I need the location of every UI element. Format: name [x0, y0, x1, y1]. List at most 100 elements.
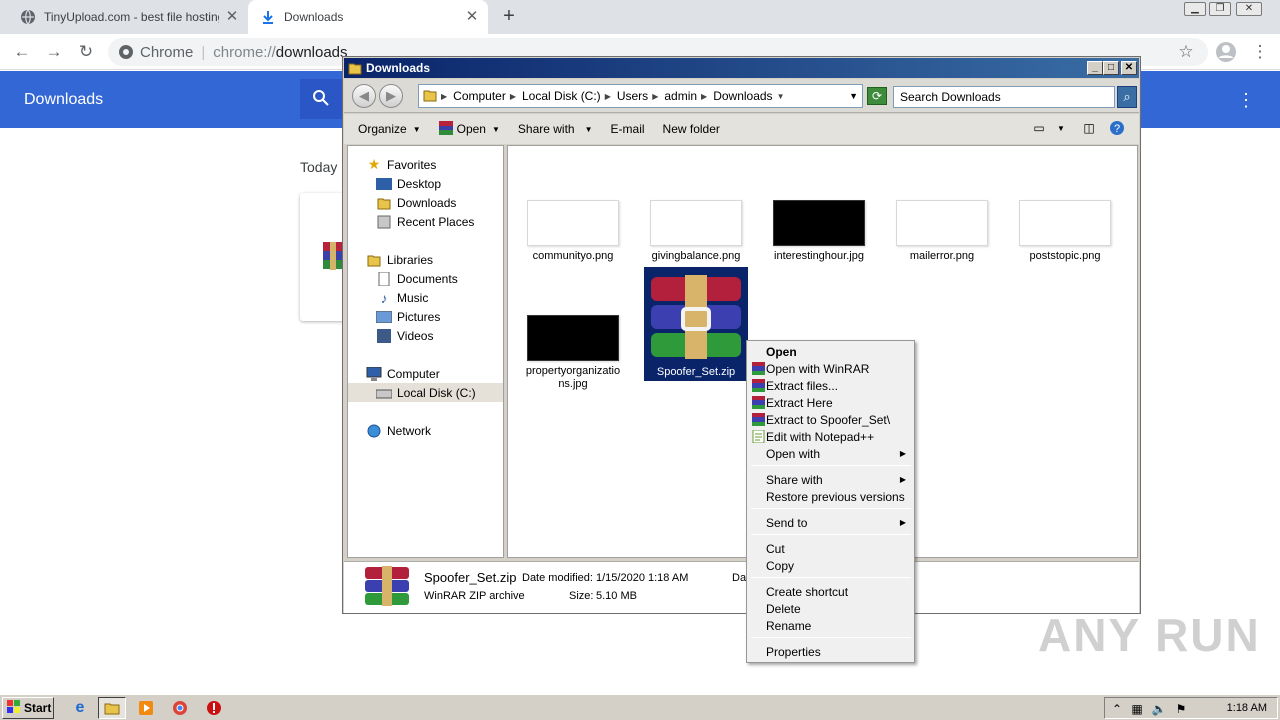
tray-expand-icon[interactable]: ⌃	[1109, 701, 1125, 717]
open-button[interactable]: Open ▼	[438, 120, 500, 138]
profile-avatar-icon[interactable]	[1214, 40, 1238, 64]
organize-button[interactable]: Organize ▼	[358, 122, 421, 136]
chrome-taskbar-icon[interactable]	[166, 697, 194, 719]
menu-open-with[interactable]: Open with ▶	[749, 445, 912, 462]
nav-pictures[interactable]: Pictures	[376, 307, 440, 326]
tab-tinyupload[interactable]: TinyUpload.com - best file hosting so ✕	[8, 0, 248, 34]
close-window-button[interactable]: ✕	[1236, 2, 1262, 16]
search-input[interactable]: Search Downloads	[893, 86, 1115, 108]
ie-icon[interactable]: e	[66, 697, 94, 719]
forward-button[interactable]: →	[42, 40, 66, 64]
nav-label: Recent Places	[397, 214, 475, 229]
nav-recent-places[interactable]: Recent Places	[376, 212, 474, 231]
menu-open[interactable]: Open	[749, 343, 912, 360]
file-item[interactable]: givingbalance.png	[644, 200, 748, 263]
tab-downloads[interactable]: Downloads ✕	[248, 0, 488, 34]
breadcrumb-arrow[interactable]: ▶	[701, 92, 707, 101]
menu-create-shortcut[interactable]: Create shortcut	[749, 583, 912, 600]
breadcrumb-arrow[interactable]: ▶	[652, 92, 658, 101]
menu-edit-notepad[interactable]: Edit with Notepad++	[749, 428, 912, 445]
notepad-plus-plus-icon	[752, 429, 766, 444]
menu-copy[interactable]: Copy	[749, 557, 912, 574]
file-item-selected[interactable]: Spoofer_Set.zip	[644, 267, 748, 381]
menu-restore-previous-versions[interactable]: Restore previous versions	[749, 488, 912, 505]
menu-delete[interactable]: Delete	[749, 600, 912, 617]
nav-local-disk[interactable]: Local Disk (C:)	[348, 383, 503, 402]
close-window-button[interactable]: ✕	[1121, 61, 1137, 75]
back-button[interactable]: ◀	[352, 84, 376, 108]
help-icon[interactable]: ?	[1108, 120, 1126, 136]
file-item[interactable]: poststopic.png	[1013, 200, 1117, 263]
breadcrumb-downloads[interactable]: Downloads	[713, 89, 772, 103]
back-button[interactable]: ←	[10, 40, 34, 64]
forward-button[interactable]: ▶	[379, 84, 403, 108]
breadcrumb-admin[interactable]: admin	[664, 89, 697, 103]
file-item[interactable]: propertyorganizations.jpg	[521, 315, 625, 391]
nav-libraries[interactable]: Libraries	[366, 250, 433, 269]
minimize-button[interactable]: _	[1087, 61, 1103, 75]
nav-music[interactable]: ♪ Music	[376, 288, 429, 307]
explorer-titlebar[interactable]: Downloads _ □ ✕	[344, 58, 1139, 78]
chevron-down-icon[interactable]: ▼	[1052, 124, 1070, 140]
start-button[interactable]: Start	[2, 697, 54, 719]
nav-label: Music	[397, 290, 429, 305]
address-bar[interactable]: ▶ Computer ▶ Local Disk (C:) ▶ Users ▶ a…	[418, 84, 863, 108]
network-tray-icon[interactable]: ▦	[1129, 701, 1145, 717]
nav-network[interactable]: Network	[366, 421, 431, 440]
new-tab-button[interactable]: +	[498, 6, 520, 28]
search-icon[interactable]: ⌕	[1117, 86, 1137, 108]
download-icon	[260, 9, 276, 25]
url-scheme: chrome://	[213, 43, 276, 61]
breadcrumb-arrow[interactable]: ▶	[510, 92, 516, 101]
nav-documents[interactable]: Documents	[376, 269, 458, 288]
reload-button[interactable]: ↻	[74, 40, 98, 64]
menu-extract-files[interactable]: Extract files...	[749, 377, 912, 394]
share-with-button[interactable]: Share with ▼	[518, 122, 593, 136]
volume-icon[interactable]: 🔈	[1151, 701, 1167, 717]
breadcrumb-arrow[interactable]: ▼	[777, 92, 785, 101]
file-item[interactable]: mailerror.png	[890, 200, 994, 263]
menu-open-with-winrar[interactable]: Open with WinRAR	[749, 360, 912, 377]
stop-sign-icon[interactable]	[200, 697, 228, 719]
breadcrumb-arrow[interactable]: ▶	[441, 92, 447, 101]
explorer-taskbar-icon[interactable]	[98, 697, 126, 719]
menu-properties[interactable]: Properties	[749, 643, 912, 660]
breadcrumb-users[interactable]: Users	[617, 89, 648, 103]
menu-extract-here[interactable]: Extract Here	[749, 394, 912, 411]
menu-cut[interactable]: Cut	[749, 540, 912, 557]
chrome-menu-icon[interactable]: ⋮	[1248, 40, 1272, 64]
close-icon[interactable]: ✕	[224, 9, 240, 25]
menu-send-to[interactable]: Send to ▶	[749, 514, 912, 531]
nav-videos[interactable]: Videos	[376, 326, 433, 345]
bookmark-star-icon[interactable]: ☆	[1174, 40, 1198, 64]
nav-downloads[interactable]: Downloads	[376, 193, 456, 212]
file-item[interactable]: interestinghour.jpg	[767, 200, 871, 263]
minimize-button[interactable]: ▁	[1184, 2, 1206, 16]
view-icon[interactable]: ▭	[1030, 121, 1048, 137]
preview-pane-icon[interactable]: ◫	[1080, 121, 1098, 137]
menu-label: Properties	[766, 644, 821, 659]
downloads-folder-icon	[376, 196, 392, 210]
breadcrumb-arrow[interactable]: ▶	[605, 92, 611, 101]
media-player-icon[interactable]	[132, 697, 160, 719]
menu-extract-to[interactable]: Extract to Spoofer_Set\	[749, 411, 912, 428]
winrar-icon	[752, 412, 766, 427]
file-item[interactable]: communityo.png	[521, 200, 625, 263]
chevron-down-icon[interactable]: ▼	[849, 91, 858, 101]
nav-desktop[interactable]: Desktop	[376, 174, 441, 193]
nav-favorites[interactable]: ★ Favorites	[366, 155, 437, 174]
menu-share-with[interactable]: Share with ▶	[749, 471, 912, 488]
refresh-button[interactable]: ⟳	[867, 87, 887, 105]
close-icon[interactable]: ✕	[464, 9, 480, 25]
clock[interactable]: 1:18 AM	[1227, 702, 1267, 714]
more-options-icon[interactable]: ⋮	[1234, 89, 1258, 113]
breadcrumb-local-disk[interactable]: Local Disk (C:)	[522, 89, 601, 103]
breadcrumb-computer[interactable]: Computer	[453, 89, 506, 103]
maximize-button[interactable]: □	[1103, 61, 1119, 75]
nav-computer[interactable]: Computer	[366, 364, 440, 383]
menu-rename[interactable]: Rename	[749, 617, 912, 634]
flag-icon[interactable]: ⚑	[1173, 701, 1189, 717]
restore-button[interactable]: ❐	[1209, 2, 1231, 16]
new-folder-button[interactable]: New folder	[663, 122, 720, 136]
email-button[interactable]: E-mail	[611, 122, 645, 136]
